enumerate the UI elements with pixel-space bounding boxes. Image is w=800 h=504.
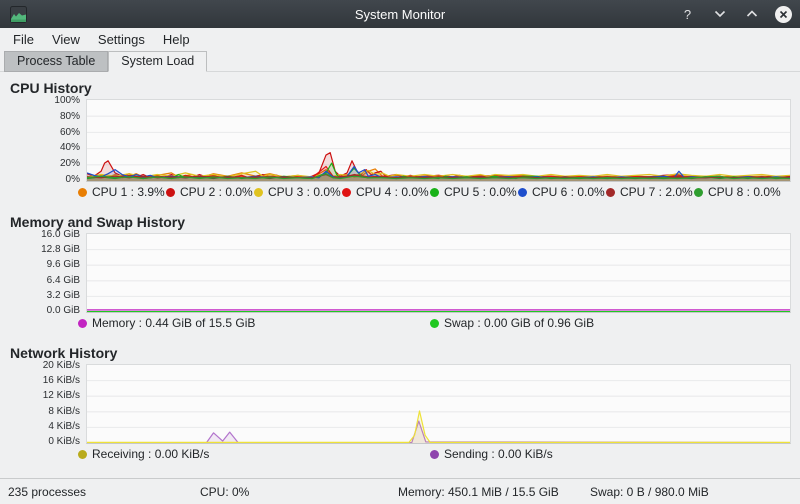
y-axis-tick-label: 4 KiB/s bbox=[48, 421, 80, 432]
network-history-chart[interactable] bbox=[86, 364, 791, 444]
memory-swap-section: Memory and Swap History 16.0 GiB 12.8 GiB… bbox=[0, 214, 800, 330]
y-axis-tick-label: 12 KiB/s bbox=[43, 390, 80, 401]
status-memory: Memory: 450.1 MiB / 15.5 GiB bbox=[398, 485, 559, 499]
legend-label: CPU 8 : 0.0% bbox=[708, 185, 781, 199]
close-button[interactable] bbox=[775, 6, 792, 23]
network-legend: Receiving : 0.00 KiB/s Sending : 0.00 KiB… bbox=[78, 447, 800, 461]
legend-label: CPU 3 : 0.0% bbox=[268, 185, 341, 199]
legend-color-dot bbox=[78, 319, 87, 328]
cpu-history-heading: CPU History bbox=[10, 80, 800, 96]
legend-color-dot bbox=[518, 188, 527, 197]
y-axis-tick-label: 0 KiB/s bbox=[48, 436, 80, 447]
close-icon bbox=[779, 10, 788, 19]
y-axis-tick-label: 6.4 GiB bbox=[47, 275, 80, 286]
y-axis-tick-label: 0% bbox=[66, 174, 80, 185]
legend-label: CPU 7 : 2.0% bbox=[620, 185, 693, 199]
legend-label: CPU 6 : 0.0% bbox=[532, 185, 605, 199]
cpu-history-section: CPU History 100% 80% 60% 40% 20% 0% CPU 1 : 3… bbox=[0, 80, 800, 199]
cpu-y-axis: 100%80%60%40%20%0% bbox=[0, 99, 86, 182]
legend-label: CPU 4 : 0.0% bbox=[356, 185, 429, 199]
cpu-history-chart[interactable] bbox=[86, 99, 791, 182]
legend-color-dot bbox=[166, 188, 175, 197]
legend-color-dot bbox=[430, 450, 439, 459]
legend-label: CPU 2 : 0.0% bbox=[180, 185, 253, 199]
chart-canvas bbox=[87, 100, 790, 181]
memory-swap-legend: Memory : 0.44 GiB of 15.5 GiB Swap : 0.00… bbox=[78, 316, 800, 330]
system-load-page: CPU History 100% 80% 60% 40% 20% 0% CPU 1 : 3… bbox=[0, 72, 800, 478]
menu-help[interactable]: Help bbox=[154, 30, 199, 49]
legend-color-dot bbox=[78, 188, 87, 197]
window-controls: ? bbox=[679, 6, 792, 23]
legend-color-dot bbox=[430, 188, 439, 197]
legend-label: CPU 5 : 0.0% bbox=[444, 185, 517, 199]
status-cpu: CPU: 0% bbox=[200, 485, 249, 499]
legend-color-dot bbox=[342, 188, 351, 197]
chevron-up-icon bbox=[746, 10, 758, 18]
chevron-down-icon bbox=[714, 10, 726, 18]
y-axis-tick-label: 20 KiB/s bbox=[43, 360, 80, 371]
network-history-heading: Network History bbox=[10, 345, 800, 361]
legend-color-dot bbox=[78, 450, 87, 459]
legend-label: Memory : 0.44 GiB of 15.5 GiB bbox=[92, 316, 255, 330]
chart-canvas bbox=[87, 234, 790, 312]
legend-color-dot bbox=[606, 188, 615, 197]
legend-item: CPU 3 : 0.0% bbox=[254, 185, 342, 199]
menubar: File View Settings Help bbox=[0, 28, 800, 51]
legend-label: CPU 1 : 3.9% bbox=[92, 185, 165, 199]
tabbar: Process Table System Load bbox=[0, 51, 800, 72]
legend-label: Swap : 0.00 GiB of 0.96 GiB bbox=[444, 316, 594, 330]
y-axis-tick-label: 40% bbox=[60, 142, 80, 153]
y-axis-tick-label: 9.6 GiB bbox=[47, 259, 80, 270]
legend-item: CPU 1 : 3.9% bbox=[78, 185, 166, 199]
legend-item: CPU 7 : 2.0% bbox=[606, 185, 694, 199]
y-axis-tick-label: 12.8 GiB bbox=[41, 244, 80, 255]
y-axis-tick-label: 3.2 GiB bbox=[47, 290, 80, 301]
legend-label: Sending : 0.00 KiB/s bbox=[444, 447, 553, 461]
legend-item: CPU 8 : 0.0% bbox=[694, 185, 782, 199]
legend-item: Swap : 0.00 GiB of 0.96 GiB bbox=[430, 316, 782, 330]
titlebar[interactable]: System Monitor ? bbox=[0, 0, 800, 28]
menu-view[interactable]: View bbox=[43, 30, 89, 49]
tab-process-table[interactable]: Process Table bbox=[4, 51, 108, 72]
maximize-button[interactable] bbox=[743, 6, 760, 23]
status-swap: Swap: 0 B / 980.0 MiB bbox=[590, 485, 709, 499]
menu-settings[interactable]: Settings bbox=[89, 30, 154, 49]
legend-label: Receiving : 0.00 KiB/s bbox=[92, 447, 209, 461]
legend-item: CPU 2 : 0.0% bbox=[166, 185, 254, 199]
system-monitor-window: System Monitor ? File View Settin bbox=[0, 0, 800, 504]
y-axis-tick-label: 0.0 GiB bbox=[47, 305, 80, 316]
legend-color-dot bbox=[254, 188, 263, 197]
memory-swap-heading: Memory and Swap History bbox=[10, 214, 800, 230]
legend-item: Receiving : 0.00 KiB/s bbox=[78, 447, 430, 461]
network-y-axis: 20 KiB/s16 KiB/s12 KiB/s8 KiB/s4 KiB/s0 … bbox=[0, 364, 86, 444]
legend-item: CPU 4 : 0.0% bbox=[342, 185, 430, 199]
memory-swap-chart[interactable] bbox=[86, 233, 791, 313]
cpu-legend: CPU 1 : 3.9% CPU 2 : 0.0% CPU 3 : 0.0% CPU … bbox=[78, 185, 800, 199]
status-processes: 235 processes bbox=[8, 485, 86, 499]
y-axis-tick-label: 20% bbox=[60, 158, 80, 169]
y-axis-tick-label: 100% bbox=[54, 95, 80, 106]
y-axis-tick-label: 8 KiB/s bbox=[48, 406, 80, 417]
help-button[interactable]: ? bbox=[679, 6, 696, 23]
chart-canvas bbox=[87, 365, 790, 443]
minimize-button[interactable] bbox=[711, 6, 728, 23]
legend-item: CPU 5 : 0.0% bbox=[430, 185, 518, 199]
menu-file[interactable]: File bbox=[4, 30, 43, 49]
y-axis-tick-label: 16 KiB/s bbox=[43, 375, 80, 386]
y-axis-tick-label: 80% bbox=[60, 111, 80, 122]
statusbar: 235 processes CPU: 0% Memory: 450.1 MiB … bbox=[0, 478, 800, 504]
memory-y-axis: 16.0 GiB12.8 GiB9.6 GiB6.4 GiB3.2 GiB0.0… bbox=[0, 233, 86, 313]
legend-item: CPU 6 : 0.0% bbox=[518, 185, 606, 199]
y-axis-tick-label: 60% bbox=[60, 127, 80, 138]
y-axis-tick-label: 16.0 GiB bbox=[41, 229, 80, 240]
legend-item: Sending : 0.00 KiB/s bbox=[430, 447, 782, 461]
legend-item: Memory : 0.44 GiB of 15.5 GiB bbox=[78, 316, 430, 330]
legend-color-dot bbox=[694, 188, 703, 197]
legend-color-dot bbox=[430, 319, 439, 328]
network-history-section: Network History 20 KiB/s 16 KiB/s 12 KiB/s… bbox=[0, 345, 800, 461]
tab-system-load[interactable]: System Load bbox=[108, 51, 207, 72]
